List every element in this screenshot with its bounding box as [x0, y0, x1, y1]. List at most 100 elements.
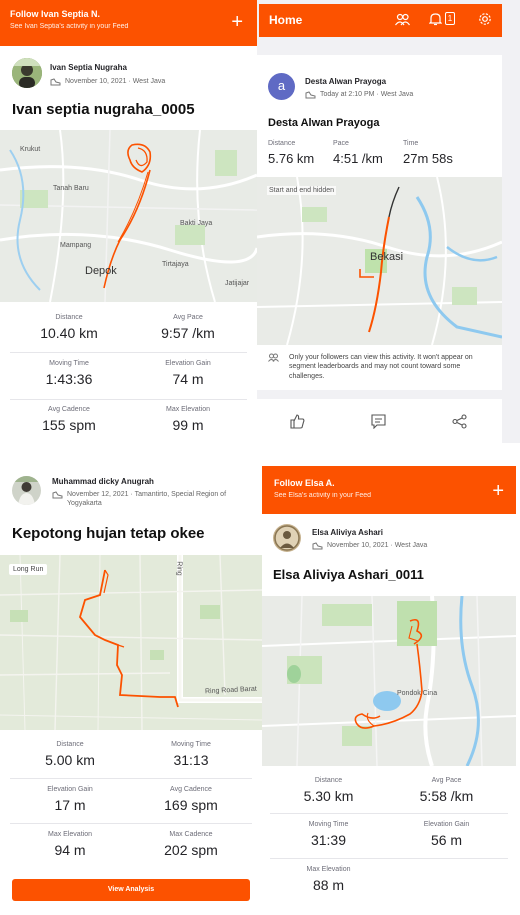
map-label: Ring [175, 561, 183, 576]
stat-label: Moving Time [171, 741, 211, 748]
stat-label: Moving Time [308, 821, 349, 828]
stat-avg-pace: Avg Pace 9:57 /km [129, 314, 247, 341]
stat-avg-pace: Avg Pace 5:58 /km [388, 777, 505, 804]
stat-value: 10.40 km [40, 325, 98, 341]
bell-icon[interactable] [429, 12, 442, 26]
activity-meta: Today at 2:10 PM · West Java [305, 90, 413, 99]
meta-text: Today at 2:10 PM · West Java [320, 91, 414, 98]
stat-elevation-gain: Elevation Gain 17 m [10, 786, 130, 813]
stat-value: 4:51 /km [333, 151, 383, 166]
stat-label: Avg Pace [173, 314, 203, 321]
stat-avg-cadence: Avg Cadence 169 spm [131, 786, 251, 813]
follow-banner[interactable]: Follow Ivan Septia N. See Ivan Septia's … [0, 0, 257, 46]
avatar[interactable] [12, 58, 42, 88]
stat-label: Max Elevation [306, 866, 351, 873]
stat-max-elevation: Max Elevation 99 m [129, 406, 247, 433]
meta-text: November 10, 2021 · West Java [65, 78, 166, 85]
map-label: Depok [85, 265, 117, 277]
stat-moving-time: Moving Time 31:13 [131, 741, 251, 768]
route-map[interactable]: Pondok Cina [262, 596, 516, 766]
stats-grid: Distance 5.00 km Moving Time 31:13 Elevati… [0, 730, 262, 870]
map-label: Pondok Cina [397, 690, 438, 697]
athlete-name[interactable]: Elsa Aliviya Ashari [312, 528, 383, 537]
stat-value: 88 m [312, 877, 345, 893]
stat-value: 99 m [172, 417, 204, 433]
activity-title[interactable]: Desta Alwan Prayoga [268, 117, 379, 129]
stat-value: 5.00 km [45, 752, 95, 768]
view-analysis-button[interactable]: View Analysis [12, 879, 250, 901]
activity-card-ivan: Follow Ivan Septia N. See Ivan Septia's … [0, 0, 257, 443]
activity-title[interactable]: Ivan septia nugraha_0005 [12, 101, 195, 118]
activity-meta: November 12, 2021 · Tamantirto, Special … [52, 490, 252, 508]
stat-label: Distance [268, 140, 296, 147]
map-label: Tirtajaya [162, 261, 189, 268]
stat-avg-cadence: Avg Cadence 155 spm [10, 406, 128, 433]
stat-label: Avg Cadence [48, 406, 90, 413]
meta-text: November 12, 2021 · Tamantirto, Special … [67, 491, 227, 508]
follow-banner[interactable]: Follow Elsa A. See Elsa's activity in yo… [262, 466, 516, 514]
kudos-thumb-icon[interactable] [290, 414, 305, 429]
activity-title[interactable]: Kepotong hujan tetap okee [12, 525, 205, 542]
athlete-name[interactable]: Muhammad dicky Anugrah [52, 477, 154, 486]
stat-value: 31:13 [173, 752, 209, 768]
gear-icon[interactable] [478, 12, 492, 26]
activity-meta: November 10, 2021 · West Java [50, 77, 165, 86]
stat-moving-time: Moving Time 31:39 [270, 821, 387, 848]
stat-label: Max Elevation [48, 831, 92, 838]
stat-distance: Distance 5.30 km [270, 777, 387, 804]
stat-label: Max Cadence [169, 831, 213, 838]
athlete-name[interactable]: Desta Alwan Prayoga [305, 77, 386, 86]
comment-icon[interactable] [371, 414, 386, 429]
stat-label: Pace [333, 140, 349, 147]
home-header: Home 1 [259, 4, 502, 37]
divider [10, 778, 252, 779]
share-icon[interactable] [452, 414, 467, 429]
map-label: Krukut [20, 146, 41, 153]
stat-moving-time: Moving Time 1:43:36 [10, 360, 128, 387]
route-map[interactable]: Krukut Tanah Baru Bakti Jaya Mampang Dep… [0, 130, 257, 302]
activity-card-desta: Home 1 a Desta Alwan Prayoga Today at 2:… [257, 0, 520, 443]
stat-value: 31:39 [310, 832, 347, 848]
meta-text: November 10, 2021 · West Java [327, 542, 428, 549]
stat-max-elevation: Max Elevation 94 m [10, 831, 130, 858]
follow-subtitle: See Ivan Septia's activity in your Feed [10, 23, 129, 30]
stat-value: 202 spm [164, 842, 218, 858]
stat-value: 155 spm [42, 417, 96, 433]
stat-elevation-gain: Elevation Gain 56 m [388, 821, 505, 848]
activity-card-dicky: Muhammad dicky Anugrah November 12, 2021… [0, 463, 262, 915]
stat-label: Max Elevation [166, 406, 210, 413]
stats-grid: Distance 5.30 km Avg Pace 5:58 /km Moving … [262, 766, 516, 908]
avatar[interactable]: a [268, 73, 295, 100]
map-label: Tanah Baru [53, 185, 89, 192]
avatar[interactable] [12, 476, 41, 505]
notification-badge[interactable]: 1 [445, 12, 455, 25]
stat-label: Distance [55, 314, 83, 321]
route-map[interactable]: Long Run Ring Road Barat Ring [0, 555, 262, 730]
follow-title: Follow Ivan Septia N. [10, 9, 101, 19]
follow-plus-icon[interactable]: + [231, 12, 243, 32]
divider [10, 823, 252, 824]
people-icon[interactable] [395, 13, 410, 26]
stat-time: Time 27m 58s [403, 140, 453, 166]
stats-grid: Distance 10.40 km Avg Pace 9:57 /km Moving… [0, 302, 257, 443]
stat-label: Distance [56, 741, 84, 748]
map-label: Bekasi [370, 251, 404, 263]
route-map[interactable]: Start and end hidden Bekasi [257, 177, 502, 345]
stat-value: 5:58 /km [419, 788, 474, 804]
divider [270, 813, 508, 814]
activity-title[interactable]: Elsa Aliviya Ashari_0011 [273, 567, 424, 582]
stat-max-elevation: Max Elevation 88 m [270, 866, 387, 893]
stat-elevation-gain: Elevation Gain 74 m [129, 360, 247, 387]
map-label: Jatijajar [225, 280, 250, 287]
athlete-name[interactable]: Ivan Septia Nugraha [50, 63, 127, 72]
header-title: Home [269, 13, 303, 27]
map-label: Mampang [60, 242, 92, 249]
run-shoe-icon [50, 78, 61, 86]
stat-label: Time [403, 140, 419, 147]
stat-value: 17 m [54, 797, 86, 813]
run-shoe-icon [305, 91, 316, 99]
avatar[interactable] [273, 524, 301, 552]
stat-label: Avg Pace [431, 777, 462, 784]
stat-value: 74 m [172, 371, 204, 387]
follow-plus-icon[interactable]: + [492, 481, 504, 501]
